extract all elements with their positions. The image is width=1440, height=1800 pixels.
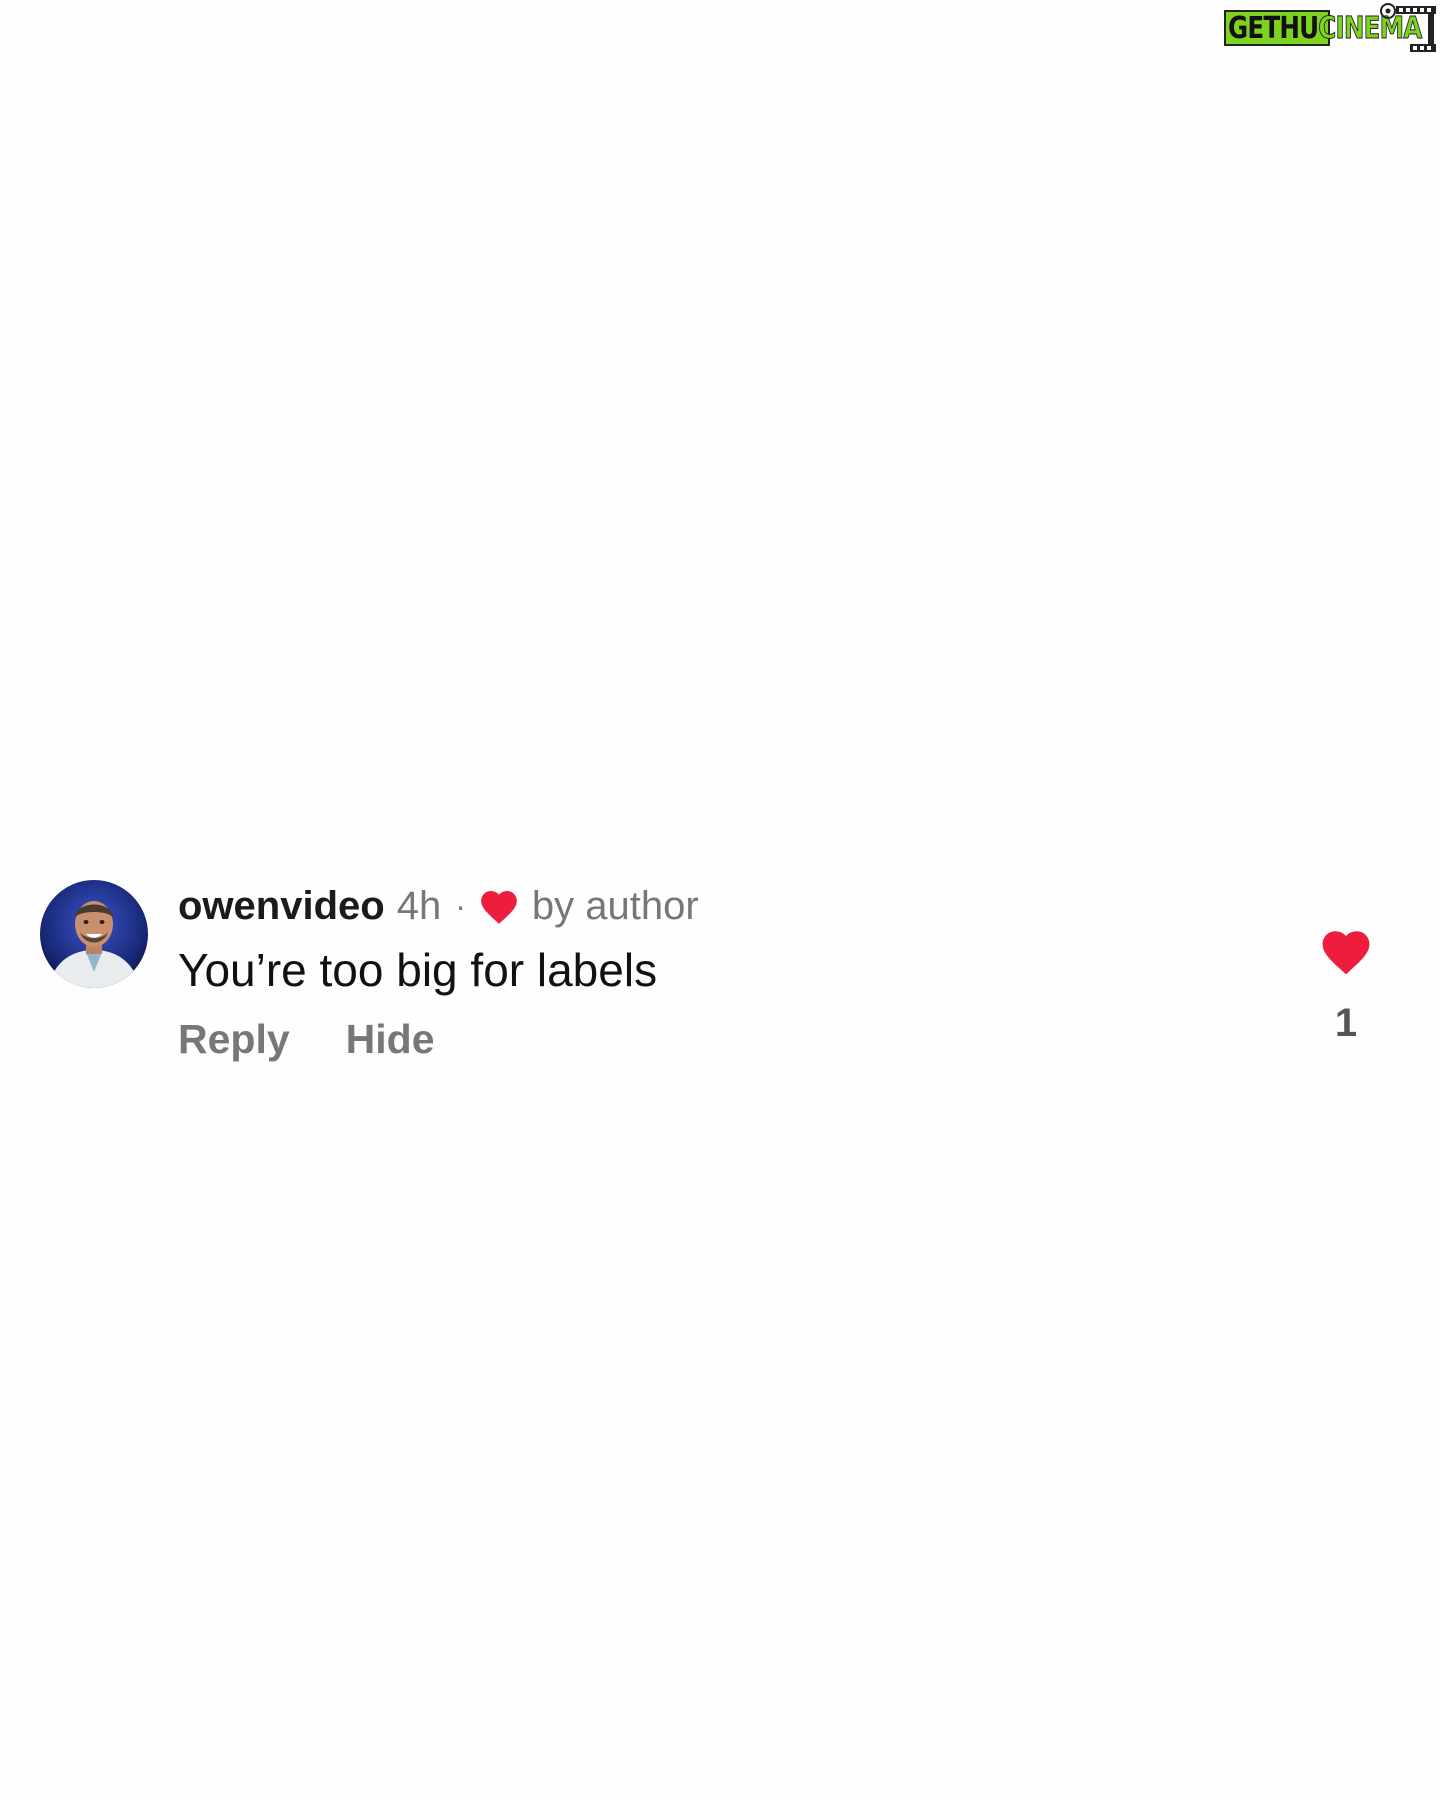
heart-filled-icon[interactable] (1318, 926, 1374, 976)
watermark-text-part1: GETHU (1228, 11, 1319, 46)
film-camera-icon (1380, 3, 1436, 52)
liked-by-author-label: by author (531, 884, 699, 928)
comment-actions: Reply Hide (178, 1014, 435, 1064)
meta-separator: · (455, 888, 466, 924)
avatar[interactable] (40, 880, 148, 988)
comment-text: You’re too big for labels (178, 944, 658, 996)
reply-button[interactable]: Reply (178, 1014, 290, 1064)
hide-button[interactable]: Hide (346, 1014, 435, 1064)
comment-meta: owenvideo 4h · by author (178, 882, 699, 930)
heart-icon (481, 890, 517, 924)
comment-timestamp: 4h (396, 884, 442, 928)
comment-item: owenvideo 4h · by author You’re too big … (0, 870, 1440, 1090)
like-count: 1 (1334, 1001, 1358, 1045)
comment-username[interactable]: owenvideo (178, 882, 385, 930)
brand-watermark: GETHUCINEMA (1224, 0, 1440, 58)
avatar-photo (40, 880, 148, 988)
comment-like: 1 (1316, 926, 1376, 1046)
